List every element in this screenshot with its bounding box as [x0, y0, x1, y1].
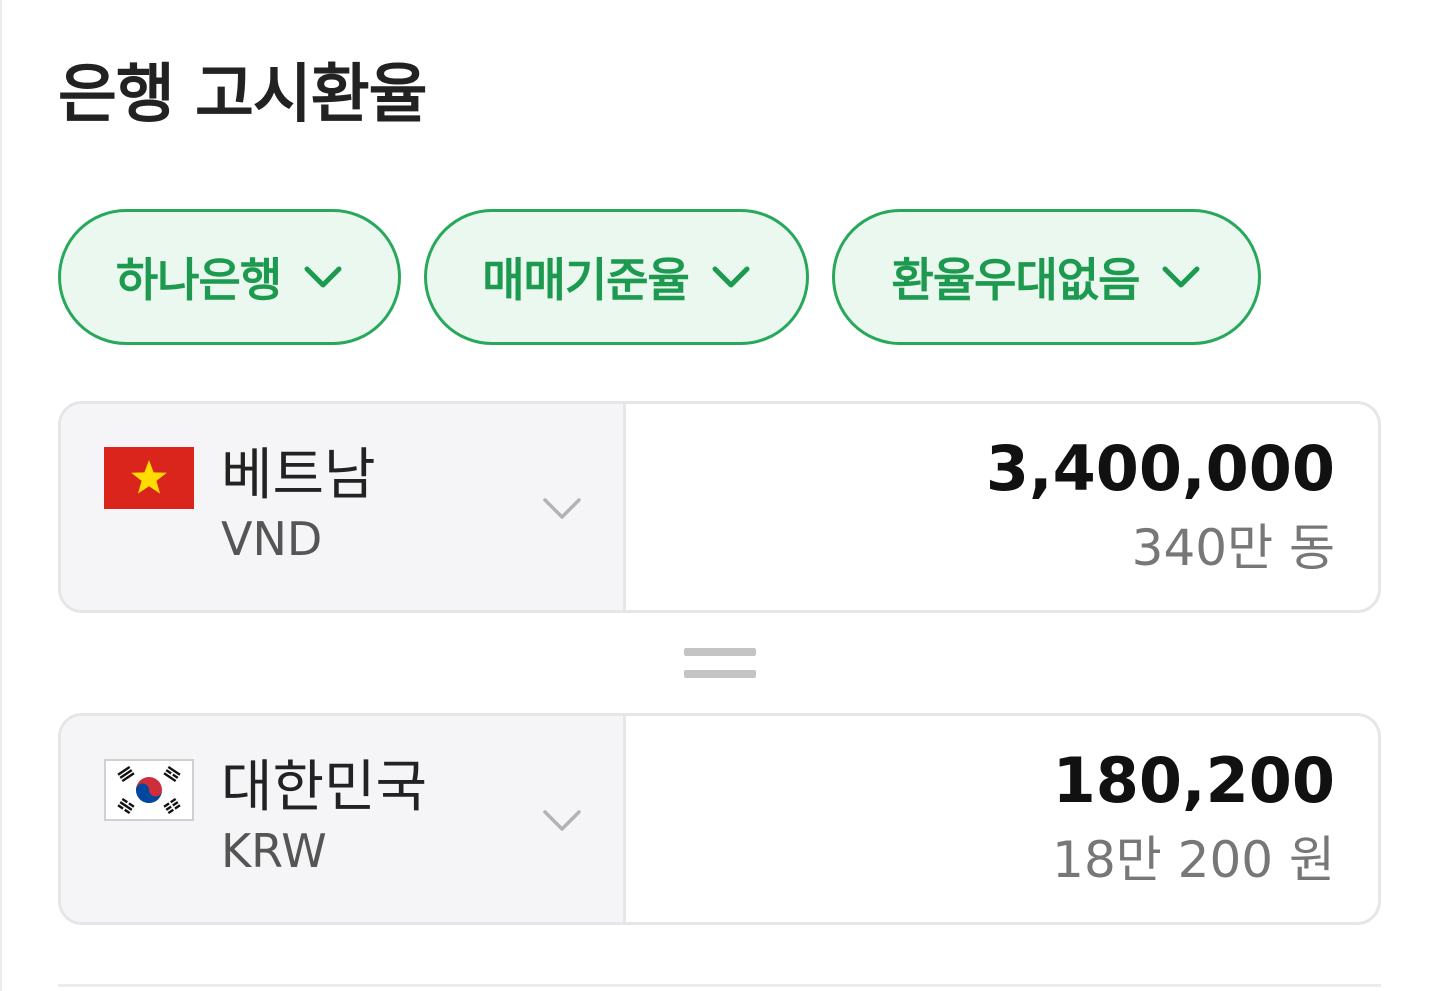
page-title: 은행 고시환율: [58, 58, 428, 132]
discount-select-button[interactable]: 환율우대없음: [832, 209, 1261, 345]
equals-icon: [684, 646, 756, 680]
chevron-down-icon: [1162, 266, 1200, 288]
rate-type-select-label: 매매기준율: [482, 253, 690, 307]
from-amount-readable: 340만 동: [1131, 519, 1335, 577]
south-korea-flag-icon: [104, 759, 194, 821]
from-currency-select[interactable]: 베트남 VND: [61, 404, 626, 610]
chevron-down-icon: [543, 498, 581, 519]
vietnam-flag-icon: [104, 447, 194, 509]
chevron-down-icon: [304, 266, 342, 288]
section-divider: [58, 984, 1381, 987]
chevron-down-icon: [712, 266, 750, 288]
from-country-name: 베트남: [221, 443, 376, 508]
left-edge-line: [0, 0, 2, 991]
from-currency-card: 베트남 VND 3,400,000 340만 동: [58, 401, 1381, 613]
to-currency-select[interactable]: 대한민국 KRW: [61, 716, 626, 922]
rate-type-select-button[interactable]: 매매기준율: [424, 209, 809, 345]
bank-select-button[interactable]: 하나은행: [58, 209, 401, 345]
from-amount-input[interactable]: 3,400,000: [986, 432, 1335, 506]
to-currency-card: 대한민국 KRW 180,200 18만 200 원: [58, 713, 1381, 925]
from-currency-code: VND: [221, 512, 323, 566]
to-currency-code: KRW: [221, 824, 327, 878]
to-amount-readable: 18만 200 원: [1052, 831, 1335, 889]
chevron-down-icon: [543, 810, 581, 831]
bank-select-label: 하나은행: [115, 253, 282, 307]
to-amount-input[interactable]: 180,200: [1053, 744, 1335, 818]
discount-select-label: 환율우대없음: [891, 253, 1141, 307]
to-country-name: 대한민국: [221, 755, 428, 820]
